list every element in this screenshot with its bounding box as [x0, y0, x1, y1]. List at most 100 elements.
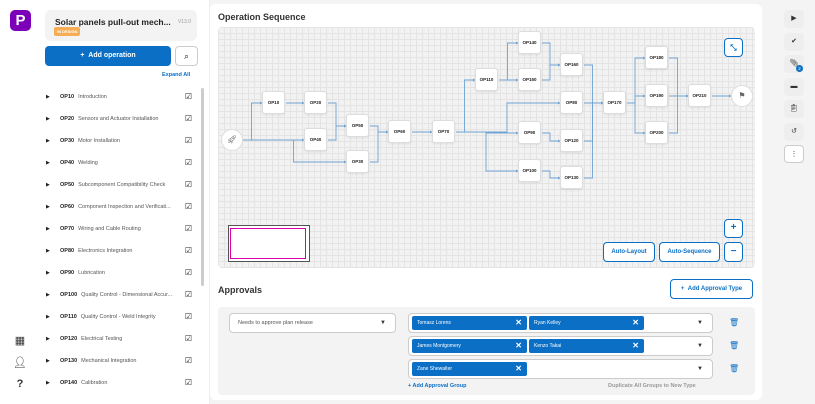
operation-node[interactable]: OP20 [304, 91, 327, 114]
operation-node[interactable]: OP50 [346, 114, 369, 137]
history-button[interactable]: ↺ [784, 122, 804, 141]
sequence-canvas[interactable]: OP10 OP20 OP40 OP50 OP30 OP60 OP70 OP110 OP140 OP… [218, 27, 755, 268]
expand-caret-icon[interactable]: ▶ [46, 200, 60, 214]
trash-icon[interactable]: 🗑︎ [729, 364, 739, 373]
expand-all-link[interactable]: Expand All [162, 72, 190, 78]
expand-caret-icon[interactable]: ▶ [46, 90, 60, 104]
grid-icon[interactable]: ▦ [12, 334, 28, 347]
approval-group-select[interactable]: Zane Shewalter ✕ ▼ [408, 359, 713, 379]
edit-icon[interactable]: ☑ [185, 332, 192, 346]
operation-node[interactable]: OP80 [560, 91, 583, 114]
operation-item[interactable]: ▶ OP120 Electrical Testing ☑ [46, 332, 194, 346]
operation-node[interactable]: OP60 [388, 120, 411, 143]
app-logo[interactable]: P [10, 10, 31, 31]
operation-node[interactable]: OP210 [688, 84, 711, 107]
approval-type-select[interactable]: Needs to approve plan release ▼ [229, 313, 396, 333]
edit-icon[interactable]: ☑ [185, 222, 192, 236]
operation-item[interactable]: ▶ OP20 Sensors and Actuator Installation ☑ [46, 112, 194, 126]
operation-node[interactable]: OP160 [560, 53, 583, 76]
more-button[interactable]: ⋮ [784, 145, 804, 163]
check-circle-button[interactable]: ✔ [784, 32, 804, 51]
operation-node[interactable]: OP200 [645, 121, 668, 144]
edit-icon[interactable]: ☑ [185, 112, 192, 126]
remove-icon[interactable]: ✕ [515, 316, 522, 330]
edit-icon[interactable]: ☑ [185, 178, 192, 192]
operation-item[interactable]: ▶ OP90 Lubrication ☑ [46, 266, 194, 280]
operation-node[interactable]: OP40 [304, 128, 327, 151]
operation-node[interactable]: OP150 [518, 68, 541, 91]
user-icon[interactable]: 👤︎ [12, 356, 28, 369]
expand-caret-icon[interactable]: ▶ [46, 266, 60, 280]
start-node-rocket-icon[interactable]: 🚀︎ [221, 129, 243, 151]
sidebar-scrollbar[interactable] [201, 88, 204, 286]
operation-node[interactable]: OP170 [603, 91, 626, 114]
expand-caret-icon[interactable]: ▶ [46, 222, 60, 236]
zoom-out-button[interactable]: − [724, 242, 743, 262]
operation-node[interactable]: OP90 [518, 121, 541, 144]
zoom-in-button[interactable]: + [724, 219, 743, 238]
operation-item[interactable]: ▶ OP70 Wiring and Cable Routing ☑ [46, 222, 194, 236]
search-button[interactable]: ⌕ [175, 46, 198, 66]
add-operation-button[interactable]: + Add operation [45, 46, 171, 66]
auto-sequence-button[interactable]: Auto-Sequence [659, 242, 720, 262]
operation-node[interactable]: OP190 [645, 84, 668, 107]
operation-node[interactable]: OP180 [645, 46, 668, 69]
edit-icon[interactable]: ☑ [185, 200, 192, 214]
trash-icon[interactable]: 🗑︎ [729, 341, 739, 350]
edit-icon[interactable]: ☑ [185, 288, 192, 302]
edit-icon[interactable]: ☑ [185, 156, 192, 170]
operation-node[interactable]: OP30 [346, 150, 369, 173]
operation-item[interactable]: ▶ OP100 Quality Control - Dimensional Accu… [46, 288, 194, 302]
expand-caret-icon[interactable]: ▶ [46, 244, 60, 258]
comment-button[interactable]: ▬ [784, 77, 804, 96]
expand-caret-icon[interactable]: ▶ [46, 332, 60, 346]
edit-icon[interactable]: ☑ [185, 376, 192, 390]
remove-icon[interactable]: ✕ [515, 339, 522, 353]
operation-node[interactable]: OP120 [560, 129, 583, 152]
fit-view-icon[interactable]: ⤡ [724, 38, 743, 57]
clipboard-button[interactable]: 📋︎ [784, 100, 804, 118]
help-icon[interactable]: ? [12, 378, 28, 390]
operation-item[interactable]: ▶ OP140 Calibration ☑ [46, 376, 194, 390]
edit-icon[interactable]: ☑ [185, 244, 192, 258]
operation-item[interactable]: ▶ OP40 Welding ☑ [46, 156, 194, 170]
expand-caret-icon[interactable]: ▶ [46, 134, 60, 148]
operation-item[interactable]: ▶ OP30 Motor Installation ☑ [46, 134, 194, 148]
end-node-flag-icon[interactable]: ⚑ [731, 85, 753, 107]
operation-item[interactable]: ▶ OP80 Electronics Integration ☑ [46, 244, 194, 258]
operation-node[interactable]: OP100 [518, 159, 541, 182]
operation-item[interactable]: ▶ OP50 Subcomponent Compatibility Check ☑ [46, 178, 194, 192]
expand-caret-icon[interactable]: ▶ [46, 376, 60, 390]
operation-node[interactable]: OP110 [475, 68, 498, 91]
operation-item[interactable]: ▶ OP110 Quality Control - Weld Integrity ☑ [46, 310, 194, 324]
add-approval-type-button[interactable]: + Add Approval Type [670, 279, 753, 299]
approval-group-select[interactable]: James Montgomery ✕ Kenzo Takai ✕ ▼ [408, 336, 713, 356]
remove-icon[interactable]: ✕ [632, 339, 639, 353]
auto-layout-button[interactable]: Auto-Layout [603, 242, 655, 262]
operation-node[interactable]: OP70 [432, 120, 455, 143]
expand-caret-icon[interactable]: ▶ [46, 156, 60, 170]
minimap[interactable] [228, 225, 310, 262]
expand-caret-icon[interactable]: ▶ [46, 310, 60, 324]
edit-icon[interactable]: ☑ [185, 134, 192, 148]
remove-icon[interactable]: ✕ [515, 362, 522, 376]
expand-caret-icon[interactable]: ▶ [46, 112, 60, 126]
operation-item[interactable]: ▶ OP10 Introduction ☑ [46, 90, 194, 104]
approval-group-select[interactable]: Tomasz Lorens ✕ Ryan Kelley ✕ ▼ [408, 313, 713, 333]
operation-item[interactable]: ▶ OP60 Component Inspection and Verificati… [46, 200, 194, 214]
add-approval-group-link[interactable]: + Add Approval Group [408, 383, 466, 389]
paperclip-button[interactable]: 📎︎ 2 [784, 55, 804, 73]
minimap-viewport[interactable] [230, 228, 306, 259]
operation-item[interactable]: ▶ OP130 Mechanical Integration ☑ [46, 354, 194, 368]
operation-node[interactable]: OP140 [518, 31, 541, 54]
edit-icon[interactable]: ☑ [185, 310, 192, 324]
expand-caret-icon[interactable]: ▶ [46, 354, 60, 368]
edit-icon[interactable]: ☑ [185, 266, 192, 280]
expand-caret-icon[interactable]: ▶ [46, 178, 60, 192]
edit-icon[interactable]: ☑ [185, 354, 192, 368]
edit-icon[interactable]: ☑ [185, 90, 192, 104]
expand-caret-icon[interactable]: ▶ [46, 288, 60, 302]
trash-icon[interactable]: 🗑︎ [729, 318, 739, 327]
play-button[interactable]: ▶ [784, 10, 804, 28]
operation-node[interactable]: OP10 [262, 91, 285, 114]
